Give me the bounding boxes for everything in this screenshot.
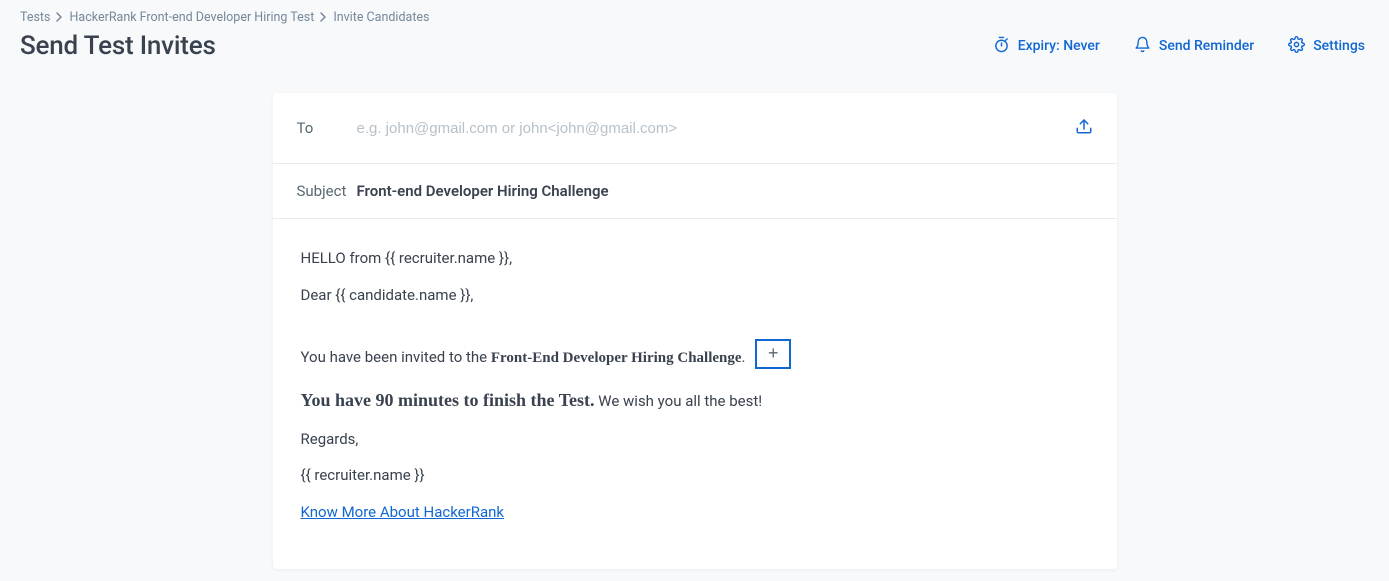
know-more-link[interactable]: Know More About HackerRank <box>301 503 505 521</box>
time-rest: We wish you all the best! <box>595 392 763 410</box>
body-invite-line: You have been invited to the Front-End D… <box>301 343 1089 373</box>
breadcrumb-item-invite[interactable]: Invite Candidates <box>333 10 429 25</box>
expiry-button[interactable]: Expiry: Never <box>993 36 1100 57</box>
body-dear-line: Dear {{ candidate.name }}, <box>301 284 1089 307</box>
body-hello-line: HELLO from {{ recruiter.name }}, <box>301 247 1089 270</box>
send-reminder-button[interactable]: Send Reminder <box>1134 36 1254 57</box>
upload-icon <box>1075 117 1093 139</box>
invite-challenge-title: Front-End Developer Hiring Challenge <box>491 349 742 365</box>
breadcrumb: Tests HackerRank Front-end Developer Hir… <box>20 10 1369 25</box>
gear-icon <box>1288 36 1305 57</box>
subject-value[interactable]: Front-end Developer Hiring Challenge <box>357 182 609 200</box>
chevron-right-icon <box>320 11 327 25</box>
settings-button[interactable]: Settings <box>1288 36 1365 57</box>
page-title: Send Test Invites <box>20 31 216 61</box>
body-signature: {{ recruiter.name }} <box>301 464 1089 487</box>
subject-row: Subject Front-end Developer Hiring Chall… <box>273 164 1117 219</box>
header-actions: Expiry: Never Send Reminder Settings <box>993 36 1369 57</box>
chevron-right-icon <box>56 11 63 25</box>
to-input[interactable] <box>357 120 1075 137</box>
invite-suffix: . <box>742 347 746 365</box>
invite-prefix: You have been invited to the <box>301 347 491 365</box>
stopwatch-icon <box>993 36 1010 57</box>
to-row: To <box>273 93 1117 164</box>
to-label: To <box>297 119 357 137</box>
settings-label: Settings <box>1313 38 1365 54</box>
email-body-editor[interactable]: HELLO from {{ recruiter.name }}, Dear {{… <box>273 219 1117 569</box>
send-reminder-label: Send Reminder <box>1159 38 1254 54</box>
body-regards: Regards, <box>301 428 1089 451</box>
expiry-label: Expiry: Never <box>1018 38 1100 54</box>
subject-label: Subject <box>297 182 357 200</box>
time-bold: You have 90 minutes to finish the Test. <box>301 390 595 410</box>
bell-icon <box>1134 36 1151 57</box>
upload-button[interactable] <box>1075 117 1093 139</box>
breadcrumb-item-tests[interactable]: Tests <box>20 10 50 25</box>
compose-card: To Subject Front-end Developer Hiring Ch… <box>273 93 1117 569</box>
body-time-line: You have 90 minutes to finish the Test. … <box>301 387 1089 414</box>
breadcrumb-item-test-name[interactable]: HackerRank Front-end Developer Hiring Te… <box>69 10 314 25</box>
insert-variable-button[interactable]: + <box>755 339 791 369</box>
